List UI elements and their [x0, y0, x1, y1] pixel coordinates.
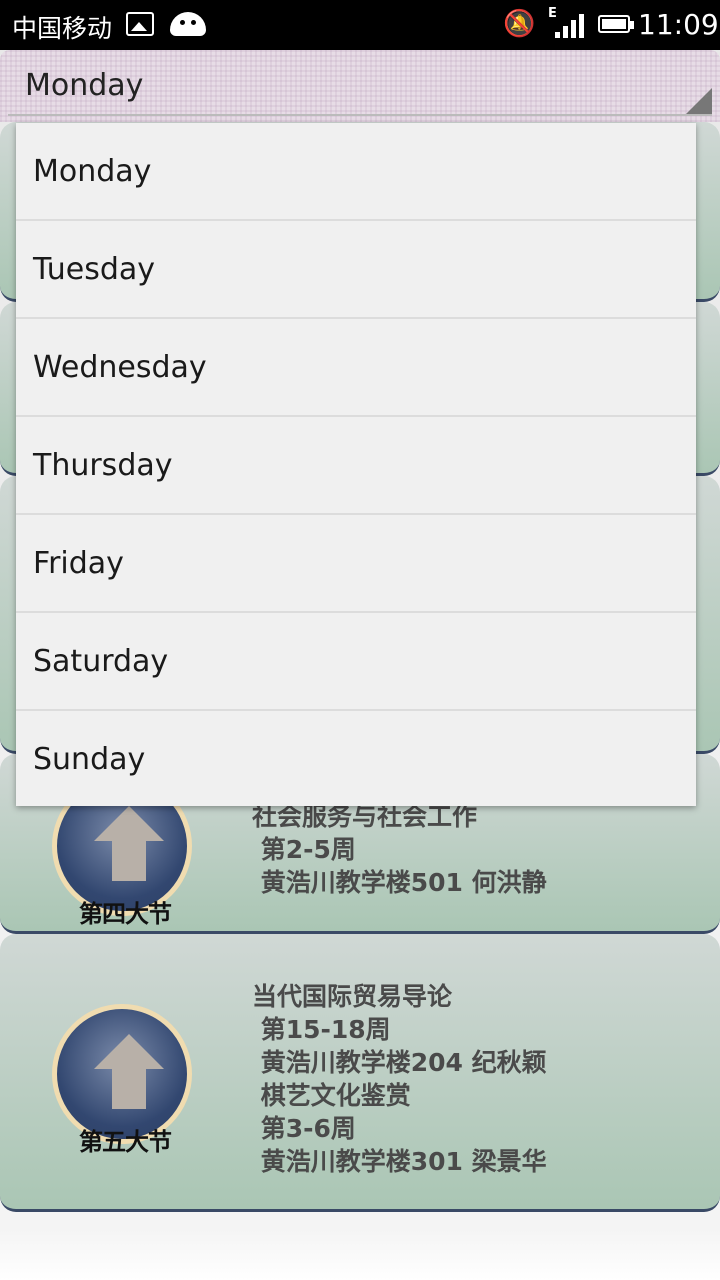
period-label: 第五大节 — [79, 1128, 172, 1156]
battery-icon — [598, 15, 634, 33]
signal-icon — [555, 14, 585, 38]
dropdown-item-friday[interactable]: Friday — [16, 515, 696, 613]
up-arrow-icon — [94, 806, 164, 881]
status-bar: 中国移动 🔕 E 11:09 — [0, 0, 720, 50]
dropdown-item-sunday[interactable]: Sunday — [16, 711, 696, 809]
course-details: 社会服务与社会工作 第2-5周 黄浩川教学楼501 何洪静 — [252, 802, 547, 897]
dropdown-item-monday[interactable]: Monday — [16, 123, 696, 221]
day-spinner[interactable]: Monday — [0, 50, 720, 122]
carrier-label: 中国移动 — [12, 14, 113, 43]
dropdown-item-tuesday[interactable]: Tuesday — [16, 221, 696, 319]
android-notification-icon — [170, 12, 206, 36]
clock: 11:09 — [638, 8, 719, 41]
dropdown-item-wednesday[interactable]: Wednesday — [16, 319, 696, 417]
day-dropdown-list: Monday Tuesday Wednesday Thursday Friday… — [16, 123, 696, 806]
dropdown-item-thursday[interactable]: Thursday — [16, 417, 696, 515]
period-badge: 第五大节 — [50, 1004, 200, 1156]
spinner-underline — [8, 114, 712, 116]
course-details: 当代国际贸易导论 第15-18周 黄浩川教学楼204 纪秋颖 棋艺文化鉴赏 第3… — [252, 982, 547, 1176]
course-card-period-5[interactable]: 第五大节 当代国际贸易导论 第15-18周 黄浩川教学楼204 纪秋颖 棋艺文化… — [0, 934, 720, 1212]
spinner-selected-value: Monday — [25, 68, 144, 103]
mute-icon: 🔕 — [503, 9, 536, 39]
period-label: 第四大节 — [79, 900, 172, 928]
up-arrow-icon — [94, 1034, 164, 1109]
dropdown-arrow-icon[interactable] — [686, 88, 712, 114]
image-notification-icon — [126, 12, 154, 36]
dropdown-item-saturday[interactable]: Saturday — [16, 613, 696, 711]
